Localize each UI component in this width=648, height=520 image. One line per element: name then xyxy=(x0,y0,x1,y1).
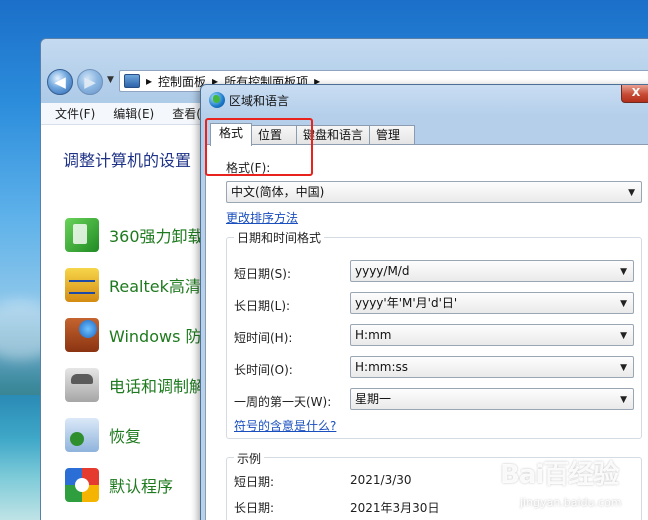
change-sort-link[interactable]: 更改排序方法 xyxy=(226,209,298,226)
watermark-logo: Bai百经验 xyxy=(500,460,619,490)
short-time-select[interactable]: H:mm ▼ xyxy=(350,324,634,346)
long-time-value: H:mm:ss xyxy=(355,360,408,374)
cp-item-label: 恢复 xyxy=(109,427,142,446)
breadcrumb-separator-icon: ▸ xyxy=(146,74,153,88)
dialog-title: 区域和语言 xyxy=(229,94,290,108)
page-title: 调整计算机的设置 xyxy=(63,151,192,170)
example-short-date-value: 2021/3/30 xyxy=(350,473,412,487)
cp-item-windows-firewall[interactable]: Windows 防 xyxy=(65,315,202,355)
menu-file[interactable]: 文件(F) xyxy=(55,105,95,122)
long-time-label: 长时间(O): xyxy=(234,363,293,377)
long-date-value: yyyy'年'M'月'd'日' xyxy=(355,296,458,310)
first-day-value: 星期一 xyxy=(355,392,392,406)
example-short-date-label: 短日期: xyxy=(234,475,275,489)
cp-item-label: 电话和调制解 xyxy=(109,377,206,396)
format-select[interactable]: 中文(简体，中国) ▼ xyxy=(226,181,642,203)
format-value: 中文(简体，中国) xyxy=(231,185,325,199)
long-date-label: 长日期(L): xyxy=(234,299,291,313)
chevron-down-icon: ▼ xyxy=(620,363,627,373)
example-long-date-value: 2021年3月30日 xyxy=(350,501,440,515)
recovery-icon xyxy=(65,418,99,452)
breadcrumb-control-panel[interactable]: 控制面板 xyxy=(158,73,206,90)
cp-item-default-programs[interactable]: 默认程序 xyxy=(65,465,173,505)
example-long-date-label: 长日期: xyxy=(234,501,275,515)
chevron-down-icon: ▼ xyxy=(620,267,627,277)
example-title: 示例 xyxy=(234,450,265,467)
cp-item-label: Windows 防 xyxy=(109,327,202,346)
chevron-down-icon: ▼ xyxy=(620,299,627,309)
cp-item-recovery[interactable]: 恢复 xyxy=(65,415,141,455)
cp-item-label: 默认程序 xyxy=(109,477,174,496)
close-button[interactable]: X xyxy=(621,85,648,103)
tab-administrative[interactable]: 管理 xyxy=(369,125,416,145)
datetime-group-title: 日期和时间格式 xyxy=(234,229,325,246)
firewall-icon xyxy=(65,318,99,352)
cp-item-phone-modem[interactable]: 电话和调制解 xyxy=(65,365,205,405)
long-date-select[interactable]: yyyy'年'M'月'd'日' ▼ xyxy=(350,292,634,314)
short-date-label: 短日期(S): xyxy=(234,267,292,281)
watermark-url: jingyan.baidu.com xyxy=(520,496,622,509)
cp-item-360-uninstall[interactable]: 360强力卸载 xyxy=(65,215,204,255)
control-panel-icon xyxy=(124,74,140,88)
long-time-select[interactable]: H:mm:ss ▼ xyxy=(350,356,634,378)
default-programs-icon xyxy=(65,468,99,502)
short-time-value: H:mm xyxy=(355,328,392,342)
cp-item-realtek-audio[interactable]: Realtek高清晰 xyxy=(65,265,217,305)
history-dropdown-icon[interactable]: ▼ xyxy=(107,75,114,85)
desktop-sea xyxy=(0,395,40,520)
cp-item-label: 360强力卸载 xyxy=(109,227,204,246)
forward-button[interactable]: ▶ xyxy=(77,69,103,95)
chevron-down-icon: ▼ xyxy=(620,331,627,341)
first-day-select[interactable]: 星期一 ▼ xyxy=(350,388,634,410)
notation-help-link[interactable]: 符号的含意是什么? xyxy=(234,417,336,434)
menu-edit[interactable]: 编辑(E) xyxy=(113,105,154,122)
short-date-value: yyyy/M/d xyxy=(355,264,410,278)
short-time-label: 短时间(H): xyxy=(234,331,293,345)
highlight-box xyxy=(205,118,313,176)
chevron-down-icon: ▼ xyxy=(628,188,635,198)
chevron-down-icon: ▼ xyxy=(620,395,627,405)
baidu-watermark: Bai百经验 jingyan.baidu.com xyxy=(500,448,644,518)
globe-icon xyxy=(209,92,225,108)
first-day-label: 一周的第一天(W): xyxy=(234,395,332,409)
back-button[interactable]: ◀ xyxy=(47,69,73,95)
audio-manager-icon xyxy=(65,268,99,302)
short-date-select[interactable]: yyyy/M/d ▼ xyxy=(350,260,634,282)
phone-icon xyxy=(65,368,99,402)
uninstaller-icon xyxy=(65,218,99,252)
